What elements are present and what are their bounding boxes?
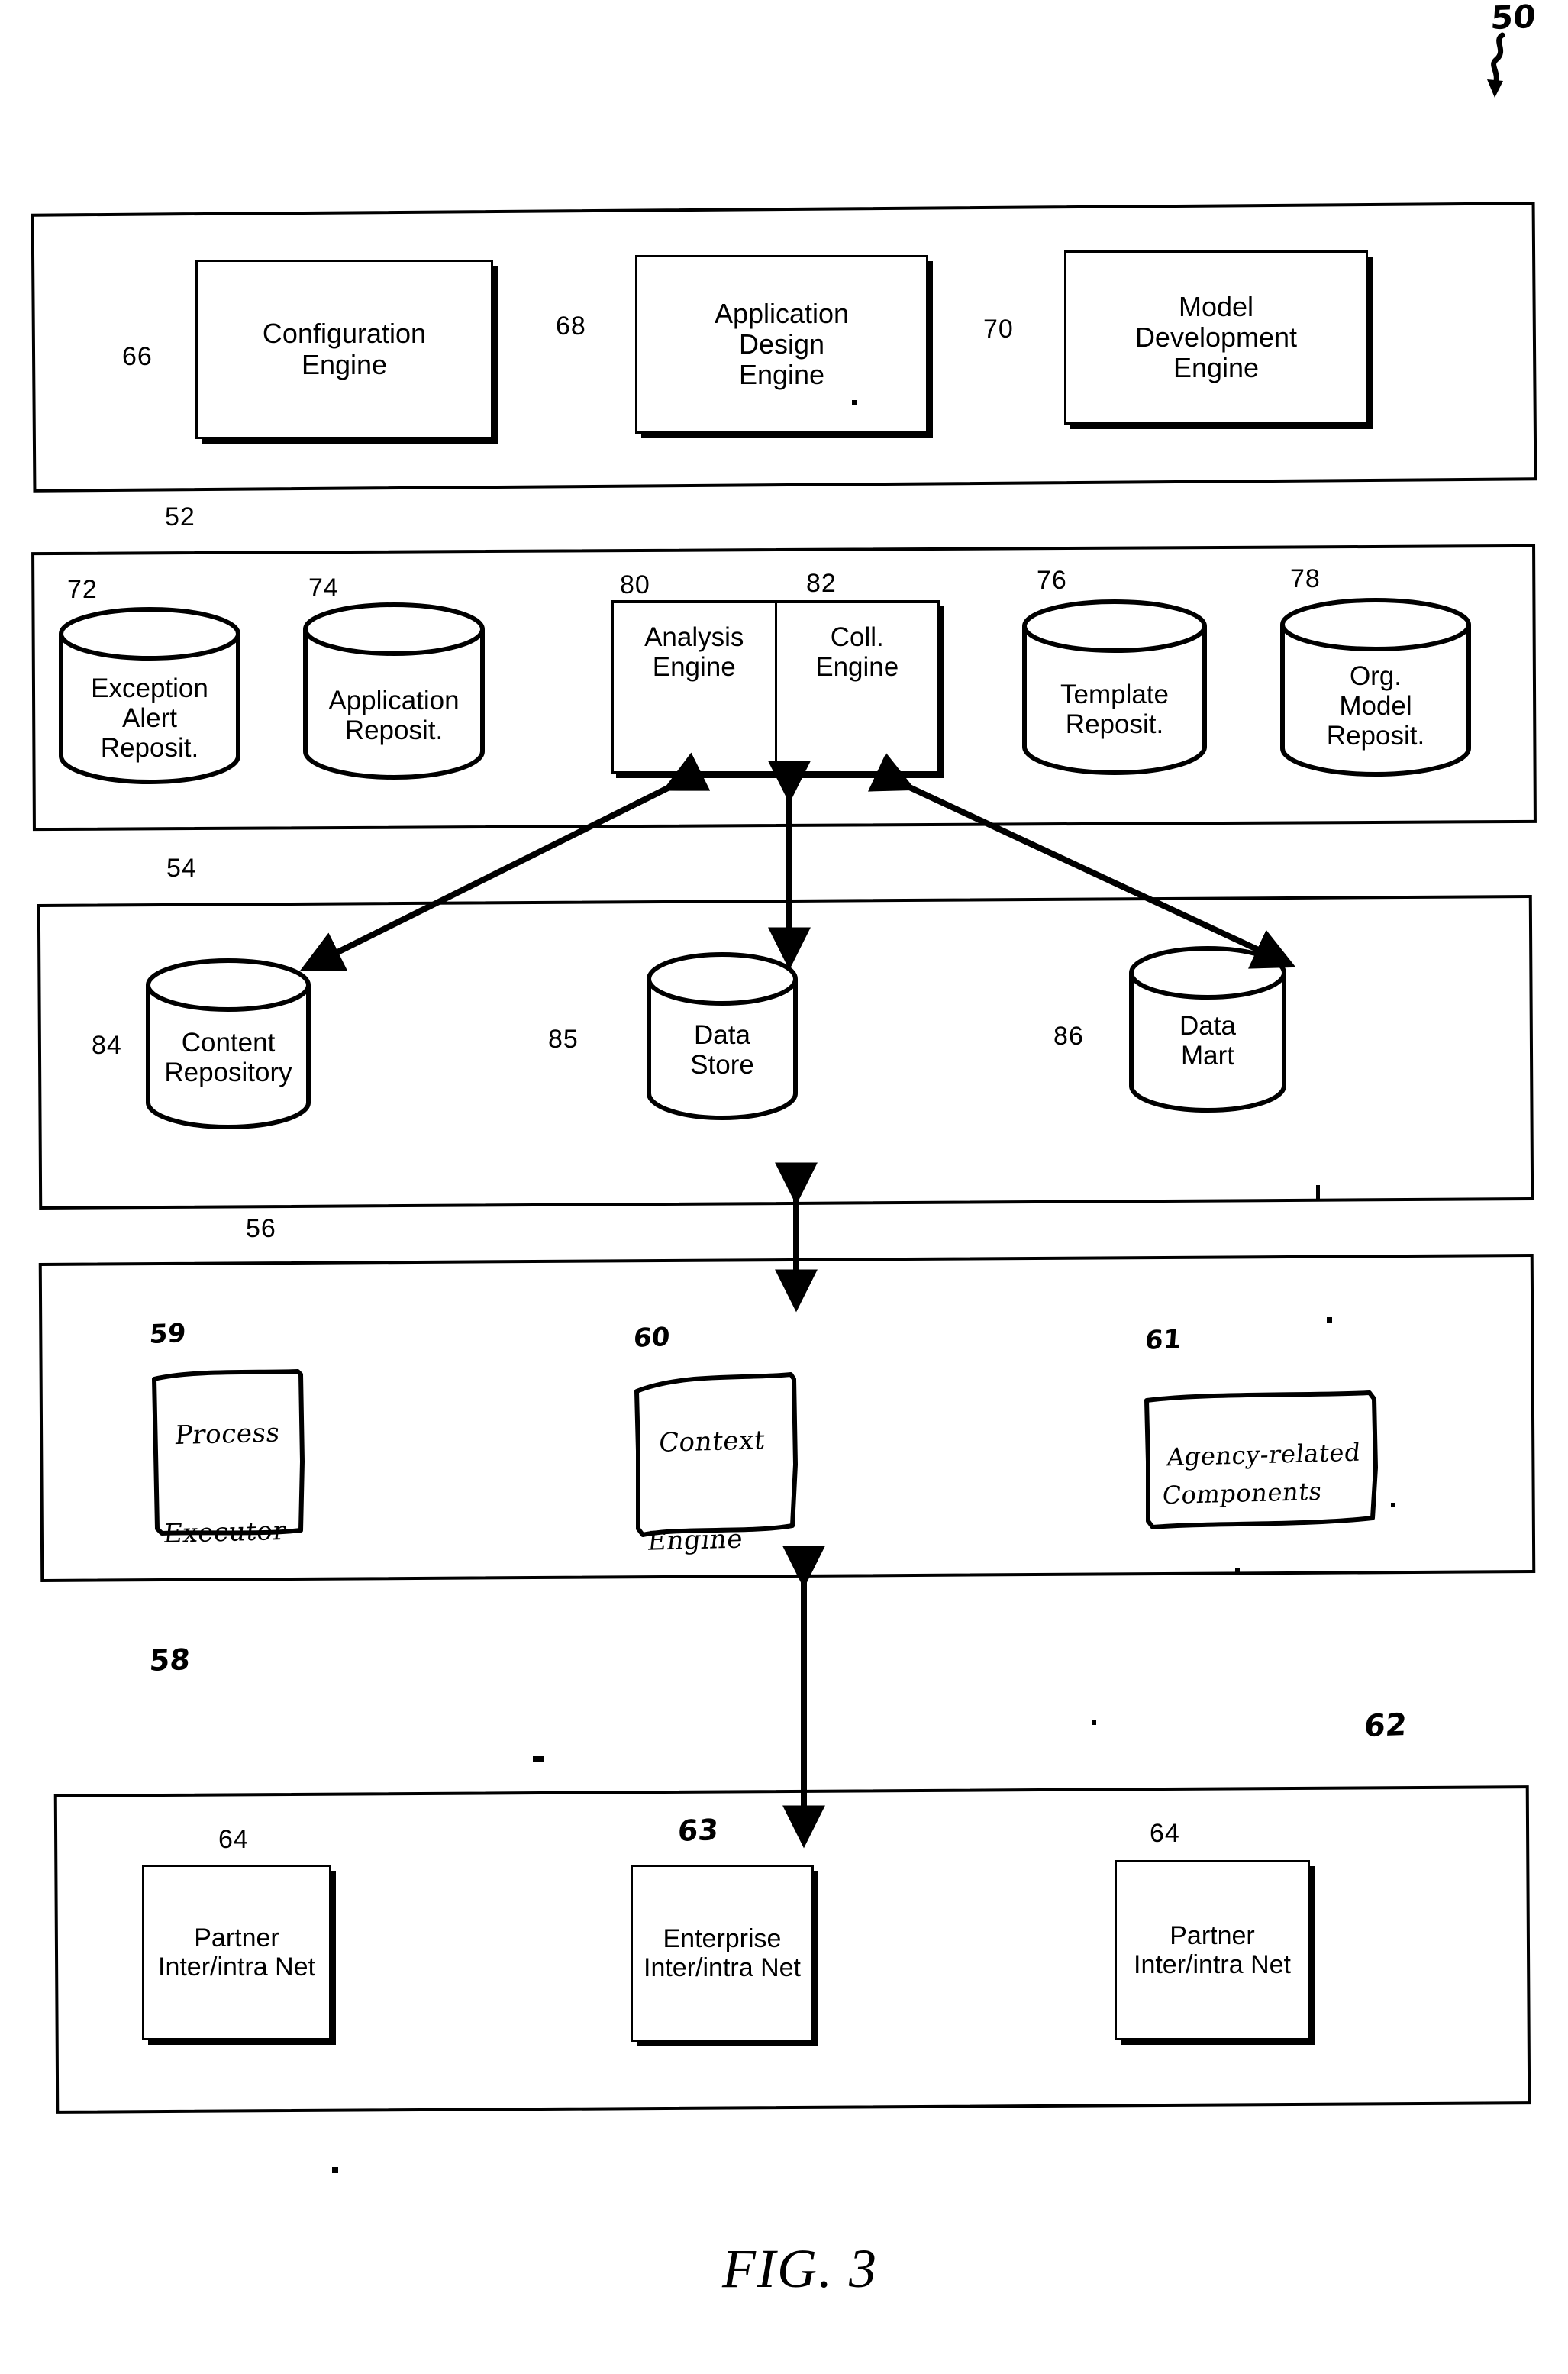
process-executor-block[interactable]: Process Executor bbox=[148, 1361, 337, 1550]
tier-reference-62: 62 bbox=[1363, 1707, 1408, 1744]
enterprise-network-label: Enterprise Inter/intra Net bbox=[644, 1923, 801, 1982]
partner-network-label-right: Partner Inter/intra Net bbox=[1134, 1920, 1291, 1979]
cylinder-reference-84: 84 bbox=[92, 1031, 122, 1060]
block-reference-63: 63 bbox=[676, 1813, 720, 1848]
coll-engine-cell[interactable]: Coll. Engine bbox=[774, 603, 938, 771]
scan-speck bbox=[852, 400, 857, 405]
model-development-engine-label: Model Development Engine bbox=[1134, 290, 1298, 384]
block-reference-66: 66 bbox=[122, 342, 153, 371]
cylinder-reference-74: 74 bbox=[308, 573, 339, 602]
tier-reference-56: 56 bbox=[246, 1214, 276, 1243]
exception-alert-repository-cylinder[interactable]: Exception Alert Reposit. bbox=[58, 607, 241, 784]
enterprise-network-block[interactable]: Enterprise Inter/intra Net bbox=[631, 1865, 814, 2042]
tier-reference-58: 58 bbox=[148, 1642, 192, 1678]
block-reference-60: 60 bbox=[632, 1322, 671, 1354]
block-reference-59: 59 bbox=[148, 1318, 187, 1350]
partner-network-block-right[interactable]: Partner Inter/intra Net bbox=[1115, 1860, 1310, 2040]
block-reference-68: 68 bbox=[556, 312, 586, 341]
scan-dot-lower bbox=[1235, 1568, 1240, 1572]
scan-dot-mid bbox=[1391, 1503, 1395, 1507]
configuration-engine-block[interactable]: Configuration Engine bbox=[195, 260, 493, 439]
scan-dot-upper bbox=[1327, 1317, 1332, 1323]
cylinder-reference-85: 85 bbox=[548, 1025, 579, 1054]
scan-dot-right bbox=[1092, 1720, 1096, 1725]
system-reference-50: 50 bbox=[1489, 0, 1537, 37]
model-development-engine-block[interactable]: Model Development Engine bbox=[1064, 250, 1368, 425]
application-design-engine-label: Application Design Engine bbox=[714, 297, 850, 391]
block-reference-61: 61 bbox=[1144, 1324, 1182, 1356]
system-lead-arrow-icon bbox=[1487, 32, 1505, 98]
application-repository-cylinder[interactable]: Application Reposit. bbox=[302, 602, 486, 780]
analysis-coll-engine-box[interactable]: Analysis Engine Coll. Engine bbox=[611, 600, 940, 774]
partner-network-label-left: Partner Inter/intra Net bbox=[158, 1923, 315, 1982]
scan-quote-artifact bbox=[533, 1756, 544, 1762]
org-model-repository-cylinder[interactable]: Org. Model Reposit. bbox=[1279, 598, 1472, 777]
figure-caption: FIG. 3 bbox=[722, 2238, 878, 2299]
engine-reference-82: 82 bbox=[806, 569, 837, 598]
tier-reference-52: 52 bbox=[165, 502, 195, 531]
content-repository-cylinder[interactable]: Content Repository bbox=[145, 958, 311, 1129]
engine-reference-80: 80 bbox=[620, 570, 650, 599]
template-repository-cylinder[interactable]: Template Reposit. bbox=[1021, 599, 1208, 775]
block-reference-64-left: 64 bbox=[218, 1825, 249, 1854]
data-store-cylinder[interactable]: Data Store bbox=[646, 952, 799, 1120]
analysis-engine-cell[interactable]: Analysis Engine bbox=[614, 603, 775, 771]
tier-reference-54: 54 bbox=[166, 854, 197, 883]
context-engine-block[interactable]: Context Engine bbox=[632, 1367, 823, 1557]
cylinder-reference-72: 72 bbox=[67, 575, 98, 604]
analysis-engine-label: Analysis Engine bbox=[644, 622, 744, 682]
application-design-engine-block[interactable]: Application Design Engine bbox=[635, 255, 928, 434]
partner-network-block-left[interactable]: Partner Inter/intra Net bbox=[142, 1865, 331, 2040]
cylinder-reference-78: 78 bbox=[1290, 564, 1321, 593]
scan-dot-footer bbox=[332, 2167, 338, 2173]
block-reference-64-right: 64 bbox=[1150, 1819, 1180, 1848]
block-reference-70: 70 bbox=[983, 315, 1014, 344]
configuration-engine-label: Configuration Engine bbox=[262, 318, 427, 380]
cylinder-reference-76: 76 bbox=[1037, 566, 1067, 595]
coll-engine-label: Coll. Engine bbox=[815, 622, 899, 682]
cylinder-reference-86: 86 bbox=[1053, 1022, 1084, 1051]
scan-tick-mark bbox=[1316, 1185, 1320, 1199]
data-mart-cylinder[interactable]: Data Mart bbox=[1128, 946, 1287, 1113]
agency-related-components-block[interactable]: Agency-related Components bbox=[1141, 1388, 1382, 1538]
